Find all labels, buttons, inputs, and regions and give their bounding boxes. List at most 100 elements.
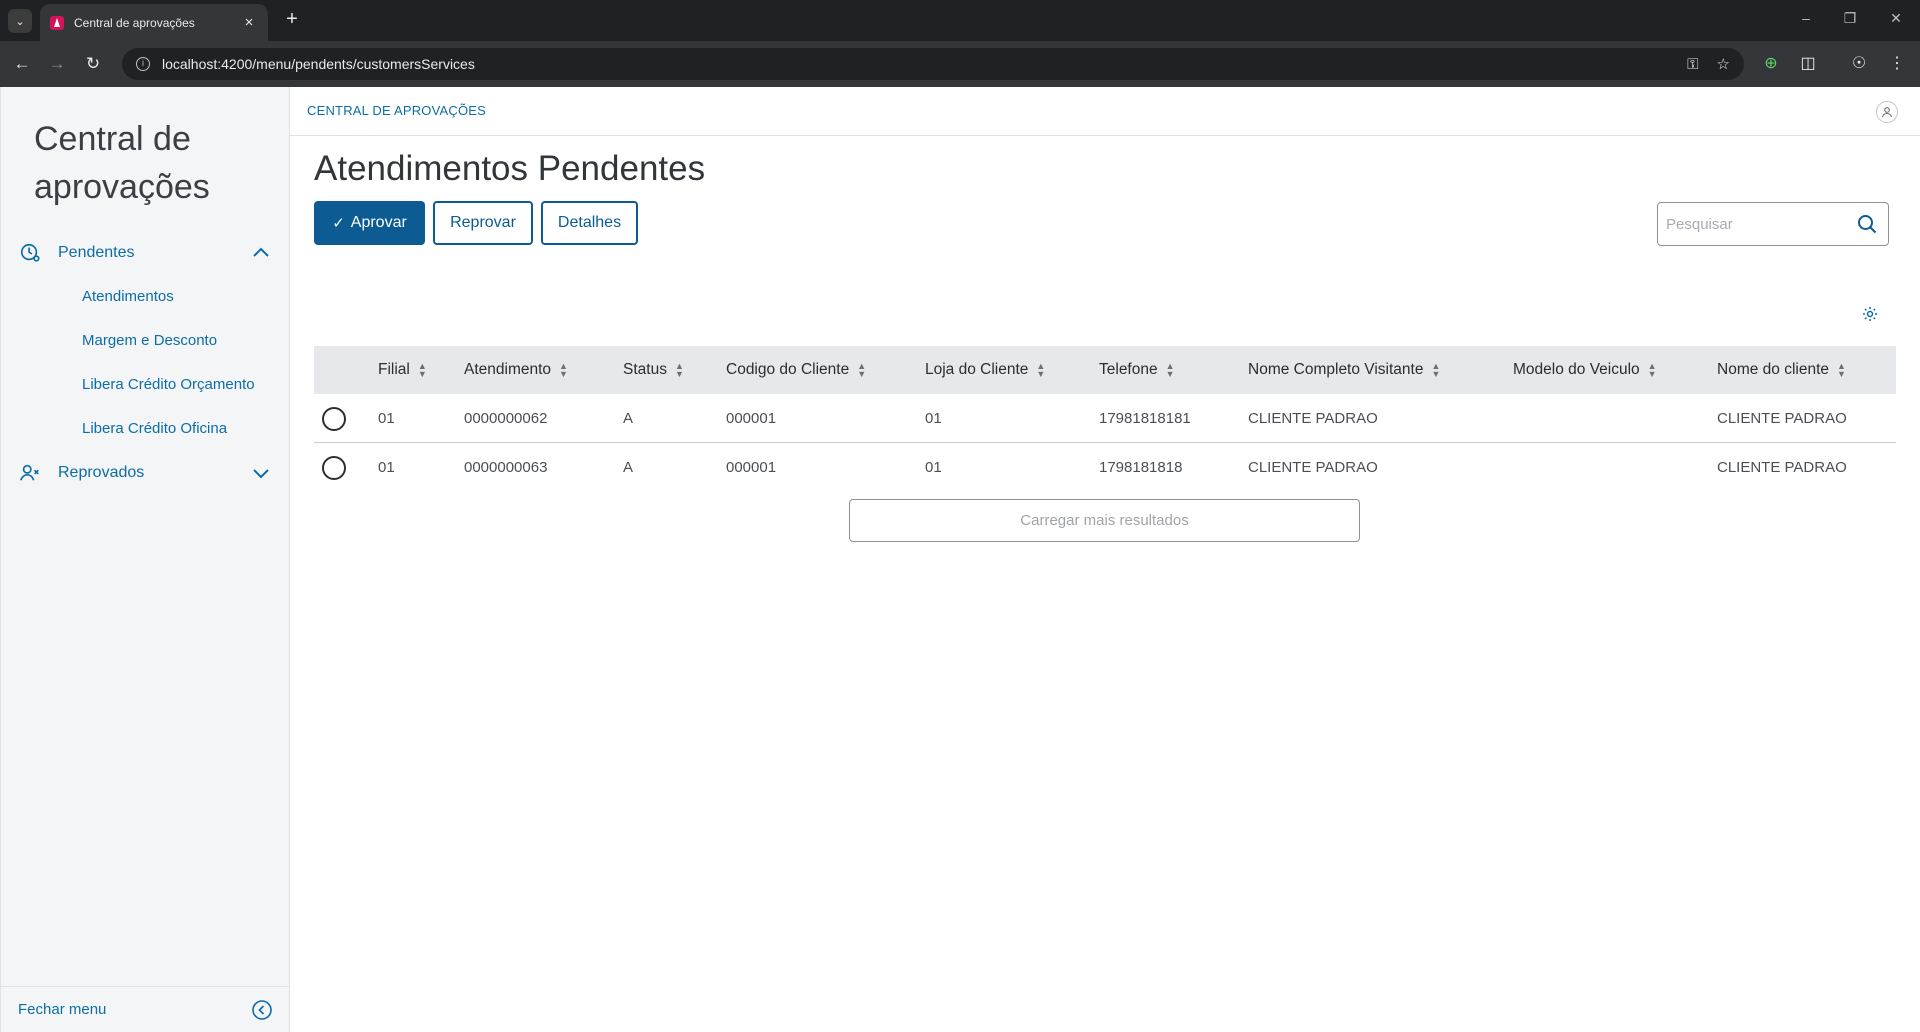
sidebar: Central de aprovações Pendentes Atendime… <box>0 87 290 1032</box>
row-select-radio[interactable] <box>322 407 346 431</box>
page-title: Atendimentos Pendentes <box>314 149 706 188</box>
sidebar-item-margem-desconto[interactable]: Margem e Desconto <box>82 332 217 349</box>
column-label: Atendimento <box>464 361 552 378</box>
approve-button[interactable]: ✓ Aprovar <box>314 201 425 245</box>
reload-icon[interactable]: ↻ <box>80 51 106 77</box>
restore-icon[interactable]: ❐ <box>1838 10 1862 27</box>
sidebar-item-libera-credito-oficina[interactable]: Libera Crédito Oficina <box>82 420 227 437</box>
site-info-icon[interactable]: i <box>136 57 150 71</box>
cell-atendimento: 0000000063 <box>464 459 548 476</box>
reject-button[interactable]: Reprovar <box>433 201 533 245</box>
load-more-button[interactable]: Carregar mais resultados <box>849 499 1360 542</box>
approvals-table: Filial ▲ ▼ Atendimento ▲ ▼ Status ▲ ▼ Codigo d… <box>314 346 1896 492</box>
sidebar-group-label: Reprovados <box>58 464 145 481</box>
approve-label: Aprovar <box>350 214 407 231</box>
chevron-down-icon <box>253 469 269 479</box>
sidebar-group-pendentes[interactable]: Pendentes <box>1 235 290 271</box>
browser-toolbar: ← → ↻ i localhost:4200/menu/pendents/cus… <box>0 41 1920 87</box>
sort-icon: ▲ ▼ <box>417 360 427 379</box>
sort-icon: ▲ ▼ <box>1837 360 1846 379</box>
breadcrumb[interactable]: CENTRAL DE APROVAÇÕES <box>307 103 486 118</box>
sort-icon: ▲ ▼ <box>559 360 568 379</box>
cell-telefone: 1798181818 <box>1099 459 1183 476</box>
extension-plus-icon[interactable]: ⊕ <box>1760 53 1782 73</box>
column-header-status[interactable]: Status ▲ ▼ <box>623 346 684 394</box>
url-text[interactable]: localhost:4200/menu/pendents/customersSe… <box>162 56 1669 72</box>
column-header-atendimento[interactable]: Atendimento ▲ ▼ <box>464 346 568 394</box>
tab-title: Central de aprovações <box>74 15 195 30</box>
row-select-radio[interactable] <box>322 456 346 480</box>
sidebar-item-libera-credito-orcamento[interactable]: Libera Crédito Orçamento <box>82 376 255 393</box>
cell-status: A <box>623 410 634 427</box>
tab-search-chevron-icon[interactable]: ⌄ <box>8 9 32 33</box>
cell-nome-visitante: CLIENTE PADRAO <box>1248 410 1378 427</box>
search-icon[interactable] <box>1856 213 1878 235</box>
table-row[interactable]: 01 0000000063 A 000001 01 1798181818 CLI… <box>314 443 1896 492</box>
sort-icon: ▲ ▼ <box>1036 360 1046 379</box>
browser-tabbar: ⌄ Central de aprovações × + – ❐ ✕ <box>0 0 1920 41</box>
password-key-icon[interactable]: ⚿ <box>1687 56 1698 73</box>
cell-telefone: 17981818181 <box>1099 410 1191 427</box>
sidebar-group-label: Pendentes <box>58 244 135 261</box>
table-header: Filial ▲ ▼ Atendimento ▲ ▼ Status ▲ ▼ Codigo d… <box>314 346 1896 394</box>
column-header-filial[interactable]: Filial ▲ ▼ <box>378 346 427 394</box>
search-field <box>1657 202 1889 246</box>
extensions-puzzle-icon[interactable]: ◫ <box>1797 53 1819 73</box>
column-label: Loja do Cliente <box>925 361 1029 378</box>
main-content: CENTRAL DE APROVAÇÕES Atendimentos Pende… <box>290 87 1920 1032</box>
sort-icon: ▲ ▼ <box>1165 360 1175 379</box>
cell-atendimento: 0000000062 <box>464 410 548 427</box>
cell-status: A <box>623 459 634 476</box>
column-header-nome-visitante[interactable]: Nome Completo Visitante ▲ ▼ <box>1248 346 1440 394</box>
new-tab-icon[interactable]: + <box>280 8 304 31</box>
column-label: Modelo do Veiculo <box>1513 361 1640 378</box>
clock-user-icon <box>20 243 40 262</box>
check-icon: ✓ <box>332 215 345 232</box>
column-label: Codigo do Cliente <box>726 361 850 378</box>
user-avatar-icon[interactable] <box>1876 101 1898 123</box>
user-x-icon <box>20 464 39 481</box>
minimize-icon[interactable]: – <box>1794 10 1818 26</box>
sort-icon: ▲ ▼ <box>1647 360 1657 379</box>
cell-loja-cliente: 01 <box>925 410 942 427</box>
close-menu-label: Fechar menu <box>18 1001 107 1018</box>
column-header-loja-cliente[interactable]: Loja do Cliente ▲ ▼ <box>925 346 1045 394</box>
column-header-modelo-veiculo[interactable]: Modelo do Veiculo ▲ ▼ <box>1513 346 1657 394</box>
bookmark-star-icon[interactable]: ☆ <box>1717 55 1730 73</box>
column-label: Telefone <box>1099 361 1158 378</box>
angular-favicon-icon <box>50 15 64 30</box>
close-menu-button[interactable]: Fechar menu <box>1 986 290 1032</box>
browser-menu-icon[interactable]: ⋮ <box>1886 53 1908 73</box>
app-brand-title: Central de aprovações <box>34 120 210 206</box>
column-header-telefone[interactable]: Telefone ▲ ▼ <box>1099 346 1175 394</box>
address-bar[interactable]: i localhost:4200/menu/pendents/customers… <box>122 48 1744 80</box>
column-header-nome-cliente[interactable]: Nome do cliente ▲ ▼ <box>1717 346 1846 394</box>
cell-loja-cliente: 01 <box>925 459 942 476</box>
cell-nome-visitante: CLIENTE PADRAO <box>1248 459 1378 476</box>
forward-icon[interactable]: → <box>44 51 70 77</box>
column-label: Filial <box>378 361 410 378</box>
app: Central de aprovações Pendentes Atendime… <box>0 87 1920 1032</box>
column-label: Status <box>623 361 667 378</box>
profile-icon[interactable]: ☉ <box>1848 53 1870 73</box>
table-row[interactable]: 01 0000000062 A 000001 01 17981818181 CL… <box>314 394 1896 443</box>
sort-icon: ▲ ▼ <box>857 360 867 379</box>
cell-nome-cliente: CLIENTE PADRAO <box>1717 410 1847 427</box>
collapse-left-circle-icon <box>252 999 272 1020</box>
tab-close-icon[interactable]: × <box>240 14 258 31</box>
browser-tab[interactable]: Central de aprovações × <box>40 4 268 41</box>
column-label: Nome Completo Visitante <box>1248 361 1424 378</box>
sidebar-group-reprovados[interactable]: Reprovados <box>1 455 290 491</box>
column-header-codigo-cliente[interactable]: Codigo do Cliente ▲ ▼ <box>726 346 866 394</box>
column-label: Nome do cliente <box>1717 361 1830 378</box>
sidebar-item-atendimentos[interactable]: Atendimentos <box>82 288 174 305</box>
cell-nome-cliente: CLIENTE PADRAO <box>1717 459 1847 476</box>
details-button[interactable]: Detalhes <box>541 201 638 245</box>
cell-codigo-cliente: 000001 <box>726 459 777 476</box>
sort-icon: ▲ ▼ <box>1431 360 1441 379</box>
back-icon[interactable]: ← <box>9 51 35 77</box>
gear-icon[interactable] <box>1861 305 1879 323</box>
search-input[interactable] <box>1658 203 1848 245</box>
close-window-icon[interactable]: ✕ <box>1884 10 1908 27</box>
sort-icon: ▲ ▼ <box>674 360 684 379</box>
